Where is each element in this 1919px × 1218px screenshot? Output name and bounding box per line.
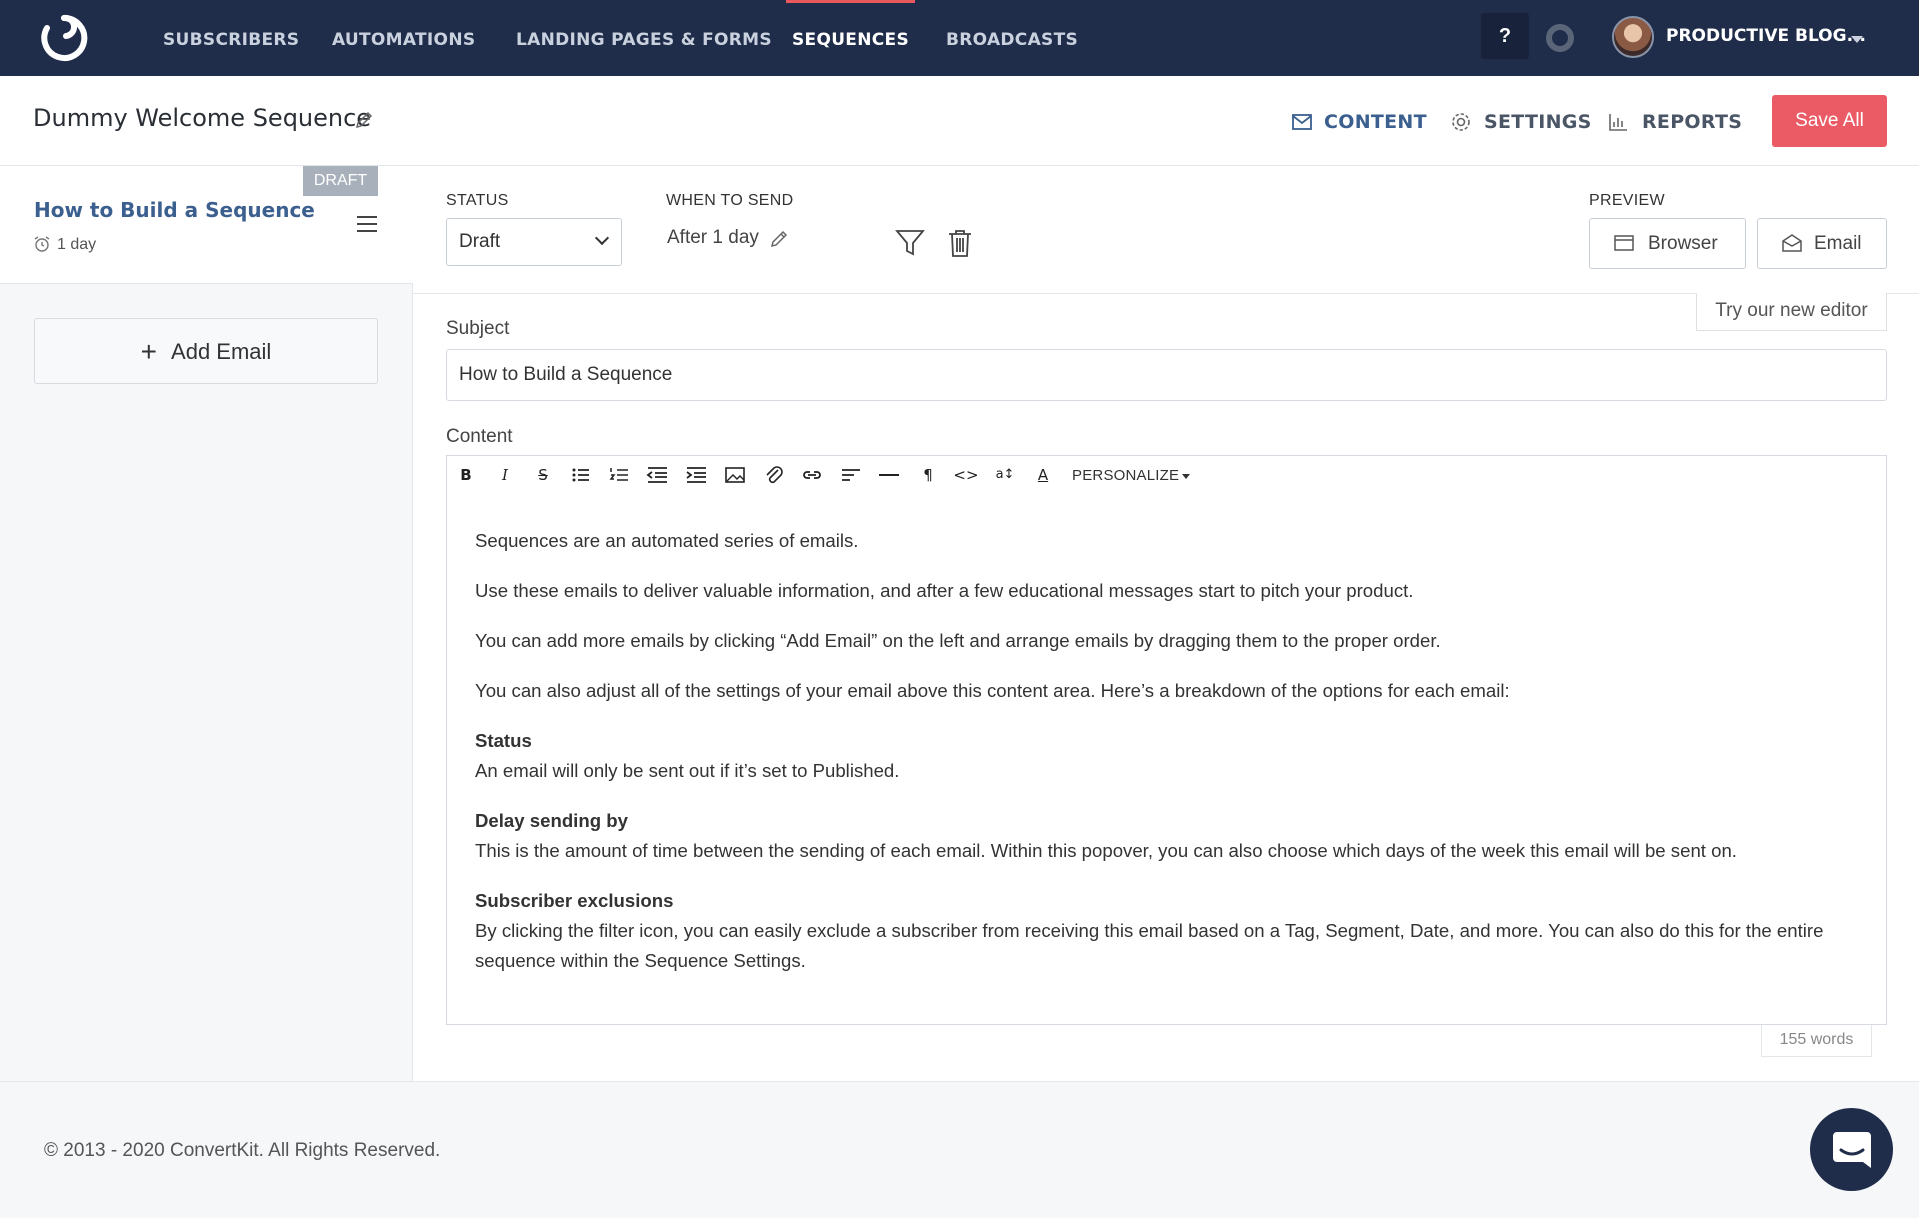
content-paragraph: By clicking the filter icon, you can eas… bbox=[475, 920, 1824, 971]
add-email-button[interactable]: + Add Email bbox=[34, 318, 378, 384]
nav-automations[interactable]: AUTOMATIONS bbox=[332, 0, 475, 76]
strikethrough-icon[interactable]: S bbox=[528, 455, 558, 495]
content-paragraph: You can add more emails by clicking “Add… bbox=[475, 630, 1441, 651]
nav-sequences[interactable]: SEQUENCES bbox=[786, 0, 915, 76]
content-heading: Status bbox=[475, 730, 532, 751]
filter-icon[interactable] bbox=[894, 227, 926, 259]
status-ring-icon[interactable] bbox=[1546, 24, 1574, 52]
preview-label: PREVIEW bbox=[1589, 192, 1665, 209]
edit-delay-pencil-icon[interactable] bbox=[769, 229, 789, 249]
convertkit-logo-icon[interactable] bbox=[39, 14, 89, 62]
bold-icon[interactable]: B bbox=[451, 455, 481, 495]
nav-broadcasts[interactable]: BROADCASTS bbox=[946, 0, 1078, 76]
content-paragraph: An email will only be sent out if it’s s… bbox=[475, 760, 900, 781]
content-editor[interactable]: Sequences are an automated series of ema… bbox=[446, 494, 1887, 1025]
alarm-clock-icon bbox=[34, 236, 50, 252]
numbered-list-icon[interactable] bbox=[605, 455, 635, 495]
copyright-text: © 2013 - 2020 ConvertKit. All Rights Res… bbox=[44, 1140, 441, 1161]
tab-content[interactable]: CONTENT bbox=[1324, 111, 1427, 133]
account-dropdown-icon[interactable] bbox=[1851, 36, 1863, 43]
drag-handle-icon[interactable] bbox=[356, 214, 378, 234]
preview-browser-label: Browser bbox=[1648, 233, 1718, 254]
content-paragraph: You can also adjust all of the settings … bbox=[475, 680, 1510, 701]
status-value: Draft bbox=[459, 231, 501, 252]
draft-badge: DRAFT bbox=[303, 166, 378, 196]
horizontal-rule-icon[interactable] bbox=[874, 455, 904, 495]
content-heading: Subscriber exclusions bbox=[475, 890, 674, 911]
status-label: STATUS bbox=[446, 192, 509, 209]
subject-label: Subject bbox=[446, 318, 510, 339]
email-list-sidebar bbox=[0, 166, 413, 1081]
attachment-icon[interactable] bbox=[759, 455, 789, 495]
bar-chart-icon bbox=[1609, 114, 1627, 131]
nav-subscribers[interactable]: SUBSCRIBERS bbox=[163, 0, 299, 76]
word-count: 155 words bbox=[1761, 1025, 1872, 1057]
indent-icon[interactable] bbox=[682, 455, 712, 495]
save-all-button[interactable]: Save All bbox=[1772, 95, 1887, 147]
chat-icon bbox=[1833, 1132, 1871, 1168]
paragraph-icon[interactable]: ¶ bbox=[913, 455, 943, 495]
chevron-down-icon bbox=[594, 230, 610, 246]
add-email-label: Add Email bbox=[171, 339, 272, 364]
personalize-dropdown[interactable]: PERSONALIZE bbox=[1072, 467, 1191, 484]
help-button[interactable]: ? bbox=[1481, 13, 1529, 59]
when-to-send-label: WHEN TO SEND bbox=[666, 192, 794, 209]
tab-reports[interactable]: REPORTS bbox=[1642, 111, 1742, 133]
content-paragraph: Sequences are an automated series of ema… bbox=[475, 530, 859, 551]
content-label: Content bbox=[446, 426, 513, 447]
preview-browser-button[interactable]: Browser bbox=[1589, 218, 1746, 269]
content-heading: Delay sending by bbox=[475, 810, 628, 831]
email-item-name[interactable]: How to Build a Sequence bbox=[34, 198, 315, 222]
open-envelope-icon bbox=[1782, 234, 1802, 252]
chat-launcher-button[interactable] bbox=[1810, 1108, 1893, 1191]
status-select[interactable]: Draft bbox=[446, 218, 622, 266]
sequence-title: Dummy Welcome Sequence bbox=[33, 104, 372, 132]
caret-down-icon bbox=[1182, 473, 1191, 479]
nav-landing-pages-forms[interactable]: LANDING PAGES & FORMS bbox=[516, 0, 772, 76]
personalize-label: PERSONALIZE bbox=[1072, 467, 1180, 484]
image-icon[interactable] bbox=[720, 455, 750, 495]
align-icon[interactable] bbox=[836, 455, 866, 495]
plus-icon: + bbox=[140, 336, 158, 367]
tab-settings[interactable]: SETTINGS bbox=[1484, 111, 1592, 133]
text-color-icon[interactable]: A bbox=[1028, 455, 1058, 495]
content-paragraph: This is the amount of time between the s… bbox=[475, 840, 1737, 861]
try-new-editor-button[interactable]: Try our new editor bbox=[1696, 293, 1887, 331]
envelope-icon bbox=[1292, 114, 1312, 130]
account-name[interactable]: PRODUCTIVE BLOG... bbox=[1666, 26, 1866, 46]
gear-icon bbox=[1452, 113, 1470, 131]
code-icon[interactable]: <> bbox=[951, 455, 981, 495]
edit-title-pencil-icon[interactable] bbox=[354, 110, 374, 130]
when-to-send-value[interactable]: After 1 day bbox=[667, 227, 759, 249]
preview-email-button[interactable]: Email bbox=[1757, 218, 1887, 269]
avatar[interactable] bbox=[1612, 16, 1654, 58]
trash-icon[interactable] bbox=[944, 227, 976, 259]
subject-input[interactable]: How to Build a Sequence bbox=[446, 349, 1887, 401]
email-item-delay: 1 day bbox=[57, 236, 97, 253]
content-paragraph: Use these emails to deliver valuable inf… bbox=[475, 580, 1414, 601]
bulleted-list-icon[interactable] bbox=[566, 455, 596, 495]
browser-window-icon bbox=[1614, 235, 1634, 251]
link-icon[interactable] bbox=[797, 455, 827, 495]
font-size-icon[interactable]: a↕ bbox=[990, 455, 1020, 495]
italic-icon[interactable]: I bbox=[490, 455, 520, 495]
top-nav: SUBSCRIBERS AUTOMATIONS LANDING PAGES & … bbox=[0, 0, 1919, 76]
preview-email-label: Email bbox=[1814, 233, 1862, 254]
outdent-icon[interactable] bbox=[643, 455, 673, 495]
